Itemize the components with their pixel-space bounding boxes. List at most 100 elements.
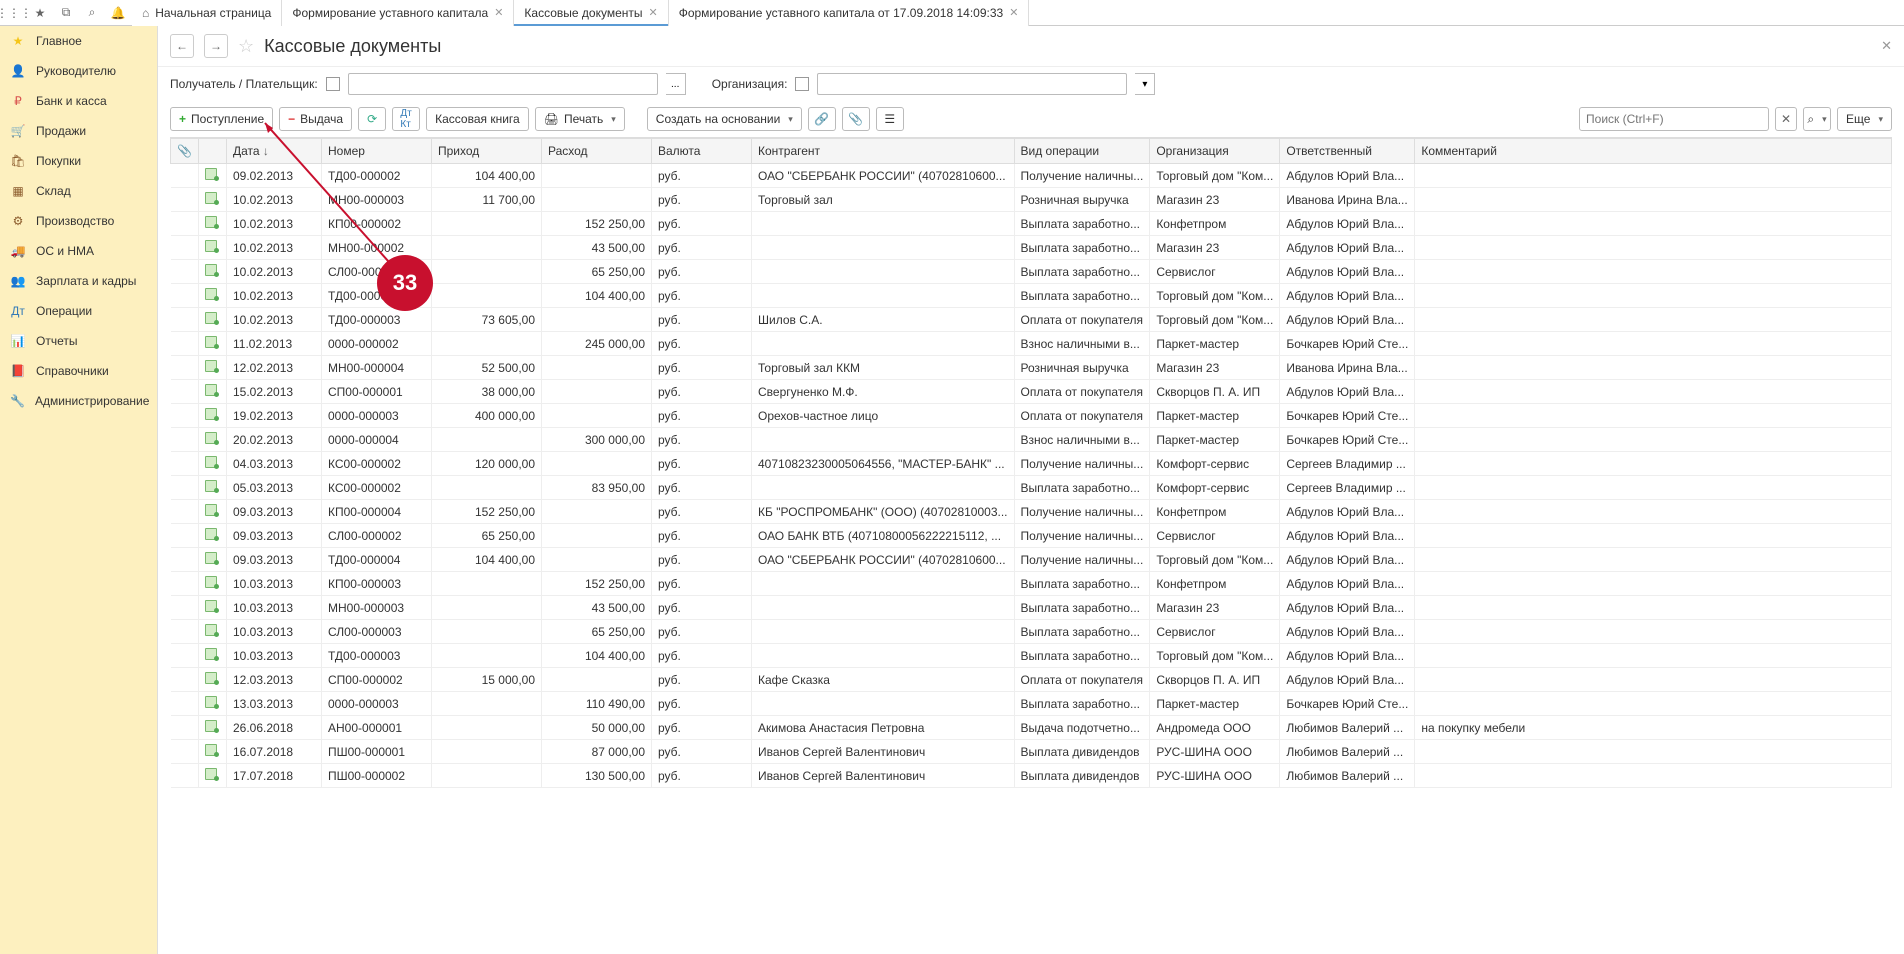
table-row[interactable]: 15.02.2013СП00-00000138 000,00руб.Свергу…: [171, 380, 1892, 404]
sidebar-item[interactable]: ★Главное: [0, 26, 157, 56]
cell-income: [432, 332, 542, 356]
more-button[interactable]: Еще: [1837, 107, 1892, 131]
tab[interactable]: Формирование уставного капитала✕: [282, 0, 514, 26]
cashbook-button[interactable]: Кассовая книга: [426, 107, 529, 131]
link-button[interactable]: 🔗: [808, 107, 836, 131]
col-expense[interactable]: Расход: [542, 139, 652, 164]
list-button[interactable]: ☰: [876, 107, 904, 131]
sidebar-item[interactable]: ▦Склад: [0, 176, 157, 206]
sidebar-item[interactable]: 📕Справочники: [0, 356, 157, 386]
table-row[interactable]: 09.03.2013ТД00-000004104 400,00руб.ОАО "…: [171, 548, 1892, 572]
sidebar-item[interactable]: ⚙Производство: [0, 206, 157, 236]
income-button[interactable]: +Поступление: [170, 107, 273, 131]
col-attach[interactable]: 📎: [171, 139, 199, 164]
star-icon[interactable]: ★: [32, 5, 48, 21]
col-responsible[interactable]: Ответственный: [1280, 139, 1415, 164]
col-number[interactable]: Номер: [322, 139, 432, 164]
col-op-type[interactable]: Вид операции: [1014, 139, 1150, 164]
sidebar-item[interactable]: ДтОперации: [0, 296, 157, 326]
dk-button[interactable]: ДтКт: [392, 107, 420, 131]
table-row[interactable]: 10.02.2013СЛ00-00000265 250,00руб.Выплат…: [171, 260, 1892, 284]
sidebar-item[interactable]: 🛒Продажи: [0, 116, 157, 146]
col-counterparty[interactable]: Контрагент: [752, 139, 1015, 164]
cell-comment: [1415, 620, 1892, 644]
tab-close-icon[interactable]: ✕: [648, 6, 657, 19]
table-row[interactable]: 10.02.2013МН00-00000243 500,00руб.Выплат…: [171, 236, 1892, 260]
attach-button[interactable]: 📎: [842, 107, 870, 131]
search-input[interactable]: [1579, 107, 1769, 131]
search-icon[interactable]: ⌕: [84, 5, 100, 21]
table-row[interactable]: 11.02.20130000-000002245 000,00руб.Взнос…: [171, 332, 1892, 356]
table-row[interactable]: 26.06.2018АН00-00000150 000,00руб.Акимов…: [171, 716, 1892, 740]
cell-expense: [542, 308, 652, 332]
table-row[interactable]: 12.02.2013МН00-00000452 500,00руб.Торгов…: [171, 356, 1892, 380]
cell-income: 120 000,00: [432, 452, 542, 476]
col-currency[interactable]: Валюта: [652, 139, 752, 164]
table-row[interactable]: 05.03.2013КС00-00000283 950,00руб.Выплат…: [171, 476, 1892, 500]
favorite-icon[interactable]: ☆: [238, 36, 254, 57]
printer-icon: 🖨: [544, 112, 559, 126]
apps-icon[interactable]: ⋮⋮⋮: [6, 5, 22, 21]
cell-income: [432, 476, 542, 500]
col-org[interactable]: Организация: [1150, 139, 1280, 164]
bell-icon[interactable]: 🔔: [110, 5, 126, 21]
doc-posted-icon: [205, 432, 217, 444]
table-row[interactable]: 09.03.2013КП00-000004152 250,00руб.КБ "Р…: [171, 500, 1892, 524]
table-row[interactable]: 13.03.20130000-000003110 490,00руб.Выпла…: [171, 692, 1892, 716]
sidebar-item[interactable]: 🔧Администрирование: [0, 386, 157, 416]
tab[interactable]: ⌂Начальная страница: [132, 0, 282, 26]
table-row[interactable]: 10.03.2013КП00-000003152 250,00руб.Выпла…: [171, 572, 1892, 596]
cell-income: [432, 260, 542, 284]
sidebar-item[interactable]: ₽Банк и касса: [0, 86, 157, 116]
org-dropdown-button[interactable]: ▾: [1135, 73, 1155, 95]
table-row[interactable]: 10.02.2013ТД00-000002104 400,00руб.Выпла…: [171, 284, 1892, 308]
sidebar-item[interactable]: 👥Зарплата и кадры: [0, 266, 157, 296]
sidebar-item[interactable]: 🛍Покупки: [0, 146, 157, 176]
payer-checkbox[interactable]: [326, 77, 340, 91]
table-row[interactable]: 10.03.2013МН00-00000343 500,00руб.Выплат…: [171, 596, 1892, 620]
tab[interactable]: Формирование уставного капитала от 17.09…: [669, 0, 1030, 26]
cell-income: [432, 764, 542, 788]
close-page-icon[interactable]: ✕: [1881, 38, 1892, 54]
cell-org: Паркет-мастер: [1150, 404, 1280, 428]
org-input[interactable]: [817, 73, 1127, 95]
table-row[interactable]: 10.03.2013СЛ00-00000365 250,00руб.Выплат…: [171, 620, 1892, 644]
table-row[interactable]: 10.03.2013ТД00-000003104 400,00руб.Выпла…: [171, 644, 1892, 668]
col-comment[interactable]: Комментарий: [1415, 139, 1892, 164]
sidebar-item[interactable]: 🚚ОС и НМА: [0, 236, 157, 266]
copy-icon[interactable]: ⧉: [58, 5, 74, 21]
table-row[interactable]: 16.07.2018ПШ00-00000187 000,00руб.Иванов…: [171, 740, 1892, 764]
table-row[interactable]: 17.07.2018ПШ00-000002130 500,00руб.Ивано…: [171, 764, 1892, 788]
table-row[interactable]: 20.02.20130000-000004300 000,00руб.Взнос…: [171, 428, 1892, 452]
cell-attach: [171, 764, 199, 788]
back-button[interactable]: ←: [170, 34, 194, 58]
search-options-button[interactable]: ⌕: [1803, 107, 1831, 131]
cell-comment: [1415, 428, 1892, 452]
tab[interactable]: Кассовые документы✕: [514, 0, 668, 26]
table-row[interactable]: 04.03.2013КС00-000002120 000,00руб.40710…: [171, 452, 1892, 476]
col-income[interactable]: Приход: [432, 139, 542, 164]
outcome-button[interactable]: −Выдача: [279, 107, 352, 131]
col-status[interactable]: [199, 139, 227, 164]
table-row[interactable]: 12.03.2013СП00-00000215 000,00руб.Кафе С…: [171, 668, 1892, 692]
table-row[interactable]: 09.02.2013ТД00-000002104 400,00руб.ОАО "…: [171, 164, 1892, 188]
table-row[interactable]: 10.02.2013КП00-000002152 250,00руб.Выпла…: [171, 212, 1892, 236]
cell-attach: [171, 668, 199, 692]
tab-close-icon[interactable]: ✕: [494, 6, 503, 19]
refresh-button[interactable]: ⟳: [358, 107, 386, 131]
print-button[interactable]: 🖨Печать: [535, 107, 625, 131]
payer-input[interactable]: [348, 73, 658, 95]
payer-picker-button[interactable]: ...: [666, 73, 686, 95]
col-date[interactable]: Дата: [227, 139, 322, 164]
tab-close-icon[interactable]: ✕: [1009, 6, 1018, 19]
search-clear-button[interactable]: ✕: [1775, 107, 1797, 131]
table-row[interactable]: 19.02.20130000-000003400 000,00руб.Орехо…: [171, 404, 1892, 428]
table-row[interactable]: 09.03.2013СЛ00-00000265 250,00руб.ОАО БА…: [171, 524, 1892, 548]
forward-button[interactable]: →: [204, 34, 228, 58]
create-based-button[interactable]: Создать на основании: [647, 107, 802, 131]
table-row[interactable]: 10.02.2013ТД00-00000373 605,00руб.Шилов …: [171, 308, 1892, 332]
sidebar-item[interactable]: 📊Отчеты: [0, 326, 157, 356]
table-row[interactable]: 10.02.2013МН00-00000311 700,00руб.Торгов…: [171, 188, 1892, 212]
org-checkbox[interactable]: [795, 77, 809, 91]
sidebar-item[interactable]: 👤Руководителю: [0, 56, 157, 86]
